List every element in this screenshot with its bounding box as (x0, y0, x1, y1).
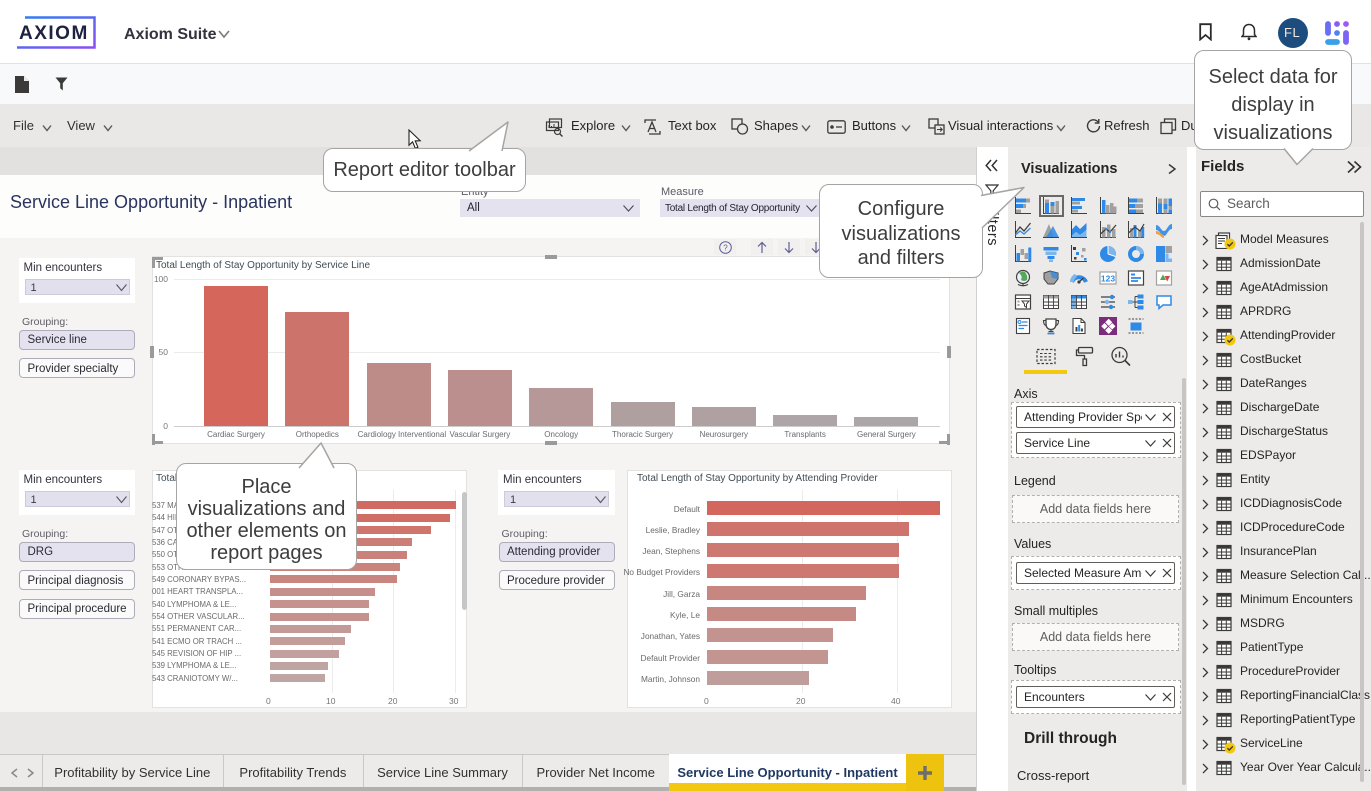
svg-text:123: 123 (1101, 274, 1115, 284)
svg-text:?: ? (723, 243, 728, 252)
